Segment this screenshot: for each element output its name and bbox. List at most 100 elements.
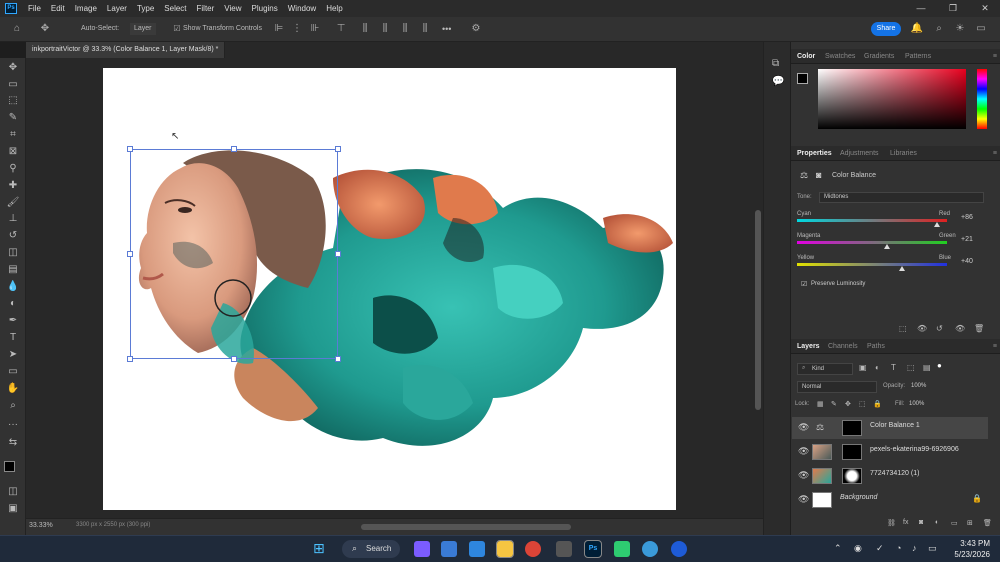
panel-menu-icon[interactable]: ≡ — [993, 49, 997, 64]
hand-tool-icon[interactable]: ✋ — [5, 382, 21, 396]
visibility-eye-icon[interactable]: 👁 — [798, 470, 809, 481]
lock-artboard-icon[interactable]: ⬚ — [859, 400, 866, 408]
zoom-level[interactable]: 33.33% — [29, 522, 53, 529]
filter-adjustment-icon[interactable]: ◐ — [875, 363, 880, 372]
panel-menu-icon[interactable]: ≡ — [993, 146, 997, 161]
document-canvas[interactable]: ↖ — [103, 68, 676, 510]
zoom-tool-icon[interactable]: ⌕ — [5, 399, 21, 413]
notifications-bell-icon[interactable]: 🔔 — [910, 22, 924, 36]
marquee-tool-icon[interactable]: ⬚ — [5, 94, 21, 108]
tab-patterns[interactable]: Patterns — [905, 49, 931, 64]
filter-toggle-icon[interactable]: ● — [937, 361, 942, 370]
tab-channels[interactable]: Channels — [828, 339, 858, 354]
add-style-icon[interactable]: fx — [903, 519, 908, 526]
kind-filter-dropdown[interactable]: ⌕ Kind — [797, 363, 853, 375]
layer-name[interactable]: Color Balance 1 — [870, 422, 920, 429]
transform-handle[interactable] — [127, 146, 133, 152]
app-icon[interactable] — [614, 541, 630, 557]
foreground-color-swatch[interactable] — [4, 461, 15, 472]
transform-handle[interactable] — [231, 146, 237, 152]
layer-mask-thumbnail[interactable] — [842, 444, 862, 460]
healing-brush-icon[interactable]: ✚ — [5, 179, 21, 193]
tab-color[interactable]: Color — [797, 49, 815, 64]
slider-value[interactable]: +86 — [961, 214, 973, 221]
workspace-icon[interactable]: ▭ — [974, 22, 988, 36]
distribute-horizontal-icon[interactable]: ⫼ — [418, 22, 432, 36]
delete-adjustment-icon[interactable]: 🗑 — [974, 324, 984, 333]
horizontal-scrollbar[interactable] — [361, 524, 571, 530]
taskbar-clock[interactable]: 3:43 PM 5/23/2026 — [954, 538, 990, 560]
fill-value[interactable]: 100% — [909, 401, 924, 407]
slider-yellow-blue[interactable] — [797, 263, 947, 266]
transform-bounding-box[interactable] — [130, 149, 338, 359]
layer-mask-thumbnail[interactable] — [842, 468, 862, 484]
search-icon[interactable]: ⌕ — [932, 22, 946, 36]
distribute-bottom-icon[interactable]: ⫼ — [398, 22, 412, 36]
slider-handle[interactable] — [899, 266, 905, 271]
more-options-button[interactable]: ••• — [442, 23, 451, 35]
add-mask-icon[interactable]: ◙ — [919, 519, 923, 526]
comments-icon[interactable]: 💬 — [772, 76, 784, 87]
blend-mode-dropdown[interactable]: Normal — [797, 381, 877, 393]
tab-paths[interactable]: Paths — [867, 339, 885, 354]
dodge-tool-icon[interactable]: ◐ — [5, 297, 21, 311]
crop-tool-icon[interactable]: ⌗ — [5, 128, 21, 142]
close-icon[interactable]: ✕ — [972, 0, 998, 17]
layer-row-background[interactable]: 👁 Background 🔒 — [792, 489, 988, 511]
menu-file[interactable]: File — [23, 4, 46, 13]
tab-swatches[interactable]: Swatches — [825, 49, 855, 64]
lock-all-icon[interactable]: 🔒 — [873, 400, 882, 408]
opacity-value[interactable]: 100% — [911, 383, 926, 389]
windows-start-icon[interactable]: ⊞ — [313, 540, 325, 557]
layer-mask-thumbnail[interactable] — [842, 420, 862, 436]
edge-app-icon[interactable] — [642, 541, 658, 557]
tab-libraries[interactable]: Libraries — [890, 146, 917, 161]
transform-handle[interactable] — [127, 251, 133, 257]
filter-shape-icon[interactable]: ⬚ — [907, 363, 915, 372]
share-button[interactable]: Share — [871, 22, 901, 36]
distribute-middle-icon[interactable]: ⫼ — [378, 22, 392, 36]
align-right-icon[interactable]: ⊪ — [308, 22, 322, 36]
system-tray-app-icon[interactable]: ◉ — [854, 543, 862, 554]
wifi-icon[interactable]: ◔ — [896, 543, 901, 553]
slider-handle[interactable] — [884, 244, 890, 249]
filter-type-icon[interactable]: T — [891, 363, 896, 372]
system-tray-app-icon[interactable]: ✓ — [876, 543, 884, 554]
menu-plugins[interactable]: Plugins — [247, 4, 283, 13]
slider-magenta-green[interactable] — [797, 241, 947, 244]
gradient-tool-icon[interactable]: ▤ — [5, 263, 21, 277]
hue-slider[interactable] — [977, 69, 987, 129]
eyedropper-tool-icon[interactable]: ⚲ — [5, 162, 21, 176]
new-adjustment-icon[interactable]: ◐ — [935, 519, 939, 526]
layer-mask-icon[interactable]: ◙ — [816, 170, 821, 180]
layer-name[interactable]: pexels-ekaterina99-6926906 — [870, 446, 959, 453]
clip-to-layer-icon[interactable]: ⬚ — [899, 324, 907, 333]
slider-handle[interactable] — [933, 222, 940, 227]
slider-cyan-red[interactable] — [797, 219, 947, 222]
menu-layer[interactable]: Layer — [102, 4, 132, 13]
reset-icon[interactable]: ↺ — [936, 324, 943, 333]
visibility-eye-icon[interactable]: 👁 — [798, 422, 809, 433]
maximize-icon[interactable]: ❐ — [940, 0, 966, 17]
clone-stamp-icon[interactable]: ⊥ — [5, 212, 21, 226]
filter-pixel-icon[interactable]: ▣ — [859, 363, 867, 372]
layer-thumbnail[interactable] — [812, 492, 832, 508]
blur-tool-icon[interactable]: 💧 — [5, 280, 21, 294]
type-tool-icon[interactable]: T — [5, 331, 21, 345]
visibility-icon[interactable]: 👁 — [955, 324, 965, 333]
tone-dropdown[interactable]: Midtones — [819, 192, 984, 203]
tab-properties[interactable]: Properties — [797, 146, 832, 161]
layer-row-color-balance[interactable]: 👁 ⚖ Color Balance 1 — [792, 417, 988, 439]
layer-row-ink[interactable]: 👁 7724734120 (1) — [792, 465, 988, 487]
move-tool-icon[interactable]: ✥ — [38, 22, 52, 36]
artboard-tool-icon[interactable]: ▭ — [5, 78, 21, 92]
layer-name[interactable]: 7724734120 (1) — [870, 470, 919, 477]
taskbar-search-box[interactable]: ⌕ Search — [342, 540, 400, 558]
layer-row-pexels[interactable]: 👁 pexels-ekaterina99-6926906 — [792, 441, 988, 463]
lock-position-icon[interactable]: ✥ — [845, 400, 851, 408]
history-brush-icon[interactable]: ↺ — [5, 229, 21, 243]
layer-thumbnail[interactable] — [812, 468, 832, 484]
menu-select[interactable]: Select — [159, 4, 191, 13]
lock-pixels-icon[interactable]: ✎ — [831, 400, 837, 408]
distribute-top-icon[interactable]: ⫼ — [358, 22, 372, 36]
